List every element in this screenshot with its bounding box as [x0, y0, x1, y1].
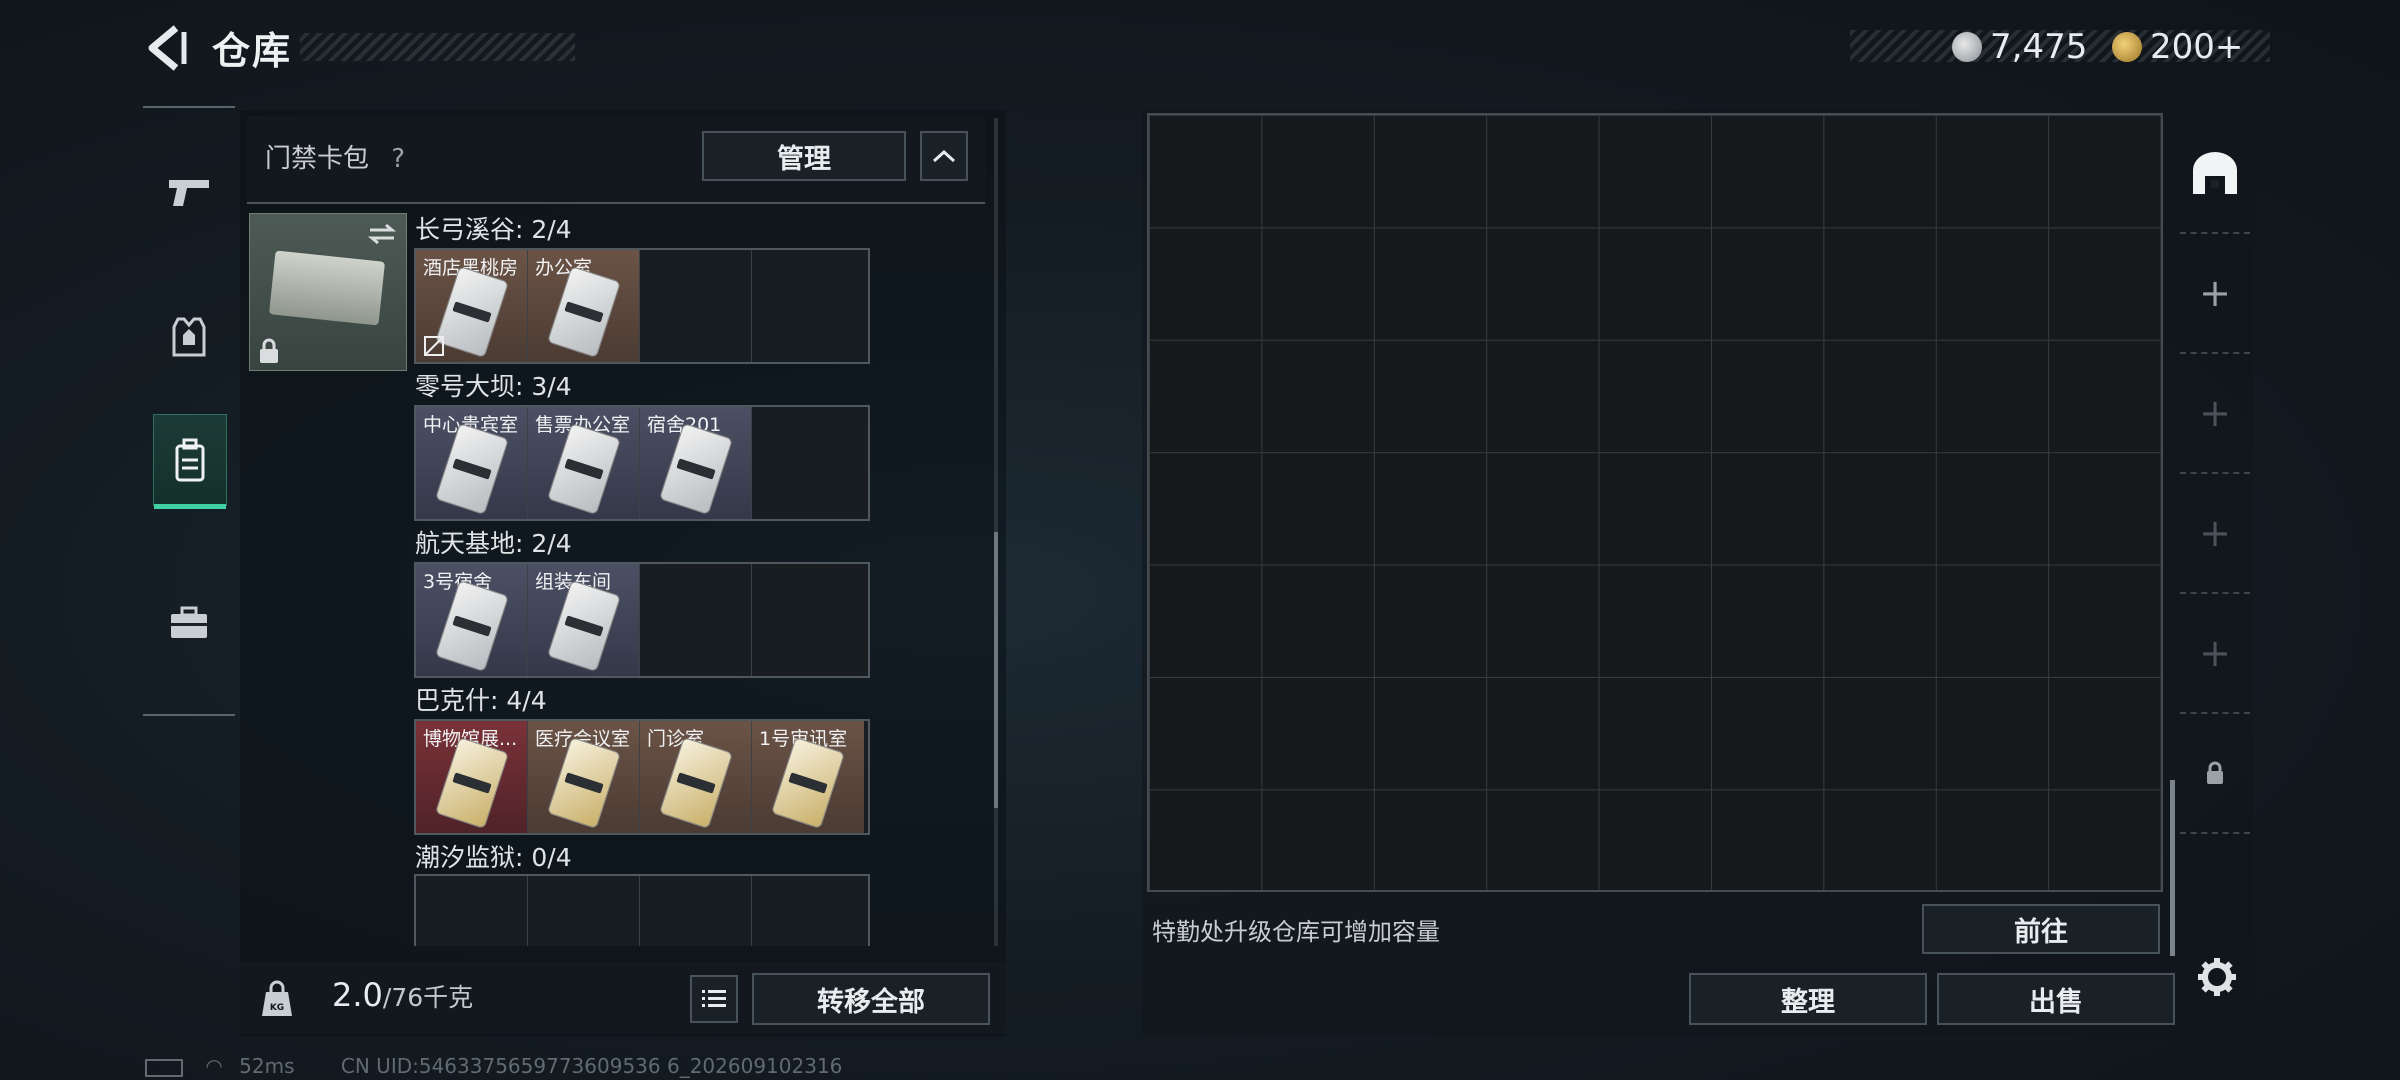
armor-tab[interactable] [153, 292, 225, 382]
battery-icon [145, 1058, 183, 1077]
back-arrow-icon[interactable] [140, 22, 190, 74]
empty-card-slot[interactable] [640, 876, 752, 946]
silver-currency[interactable]: 7,475 [1952, 24, 2087, 70]
empty-card-slot[interactable] [416, 876, 528, 946]
storage-page-rail: + + + + [2180, 114, 2250, 854]
card-pack-image [268, 250, 386, 326]
backpack-icon [175, 438, 205, 482]
goto-button[interactable]: 前往 [1922, 904, 2160, 954]
empty-card-slot[interactable] [528, 876, 640, 946]
section-title: 门禁卡包 ? [265, 138, 405, 175]
section-title-text: 门禁卡包 [265, 144, 370, 174]
armor-vest-icon [172, 317, 206, 357]
card-slot-row: 酒店黑桃房 办公室 [414, 248, 870, 364]
card-slot[interactable]: 门诊室 [640, 721, 752, 833]
collapse-button[interactable] [920, 131, 968, 181]
card-slot[interactable]: 酒店黑桃房 [416, 250, 528, 362]
storage-grid[interactable] [1147, 113, 2163, 892]
svg-text:KG: KG [270, 1003, 284, 1013]
case-tab[interactable] [153, 578, 225, 668]
card-slot[interactable]: 3号宿舍 [416, 564, 528, 676]
area-label: 潮汐监狱: 0/4 [415, 843, 572, 872]
pistol-icon [169, 180, 209, 206]
empty-card-slot[interactable] [640, 564, 752, 676]
area-label: 零号大坝: 3/4 [415, 372, 572, 401]
area-label: 长弓溪谷: 2/4 [415, 215, 572, 244]
silver-amount: 7,475 [1990, 27, 2088, 67]
category-rail [143, 106, 235, 716]
title-decoration [300, 33, 575, 61]
briefcase-icon [171, 606, 207, 638]
card-slot-row: 博物馆展... 医疗会议室 门诊室 1号审讯室 [414, 719, 870, 835]
page-title: 仓库 [212, 29, 293, 73]
card-slot[interactable]: 宿舍201 [640, 407, 752, 519]
right-scrollbar-thumb[interactable] [2170, 780, 2175, 956]
add-storage-page-button[interactable]: + [2180, 354, 2250, 474]
card-slot-row: 3号宿舍 组装车间 [414, 562, 870, 678]
locked-storage-page[interactable] [2180, 714, 2250, 834]
lock-icon [260, 338, 278, 363]
weight-readout: 2.0/76千克 [332, 976, 473, 1014]
sell-button[interactable]: 出售 [1937, 973, 2175, 1025]
upgrade-hint: 特勤处升级仓库可增加容量 [1152, 918, 1440, 946]
silver-coin-icon [1952, 32, 1982, 62]
gold-amount: 200+ [2150, 27, 2244, 67]
empty-card-slot[interactable] [752, 250, 864, 362]
storage-page-home[interactable] [2180, 114, 2250, 234]
transfer-all-button[interactable]: 转移全部 [752, 973, 990, 1025]
gold-currency[interactable]: 200+ [2112, 24, 2243, 70]
add-storage-page-button[interactable]: + [2180, 234, 2250, 354]
empty-card-slot[interactable] [752, 564, 864, 676]
card-slot[interactable]: 医疗会议室 [528, 721, 640, 833]
left-scrollbar-thumb[interactable] [994, 532, 998, 808]
card-slot[interactable]: 博物馆展... [416, 721, 528, 833]
wifi-icon: ◠ [205, 1054, 223, 1078]
warehouse-icon [2193, 152, 2237, 194]
area-label: 巴克什: 4/4 [415, 686, 547, 715]
uid-readout: CN UID:5463375659773609536 6_20260910231… [340, 1054, 843, 1078]
settings-gear-icon[interactable] [2196, 956, 2238, 998]
sort-button[interactable]: 整理 [1689, 973, 1927, 1025]
card-slot-row [414, 874, 870, 946]
add-storage-page-button[interactable]: + [2180, 474, 2250, 594]
ping-readout: 52ms [239, 1054, 295, 1078]
card-slot[interactable]: 售票办公室 [528, 407, 640, 519]
empty-card-slot[interactable] [752, 876, 864, 946]
card-pack-item[interactable] [249, 213, 407, 371]
add-storage-page-button[interactable]: + [2180, 594, 2250, 714]
status-bar: ◠ 52ms CN UID:5463375659773609536 6_2026… [145, 1054, 842, 1078]
backpack-tab[interactable] [153, 414, 227, 509]
lock-icon [2207, 761, 2223, 784]
card-slot[interactable]: 组装车间 [528, 564, 640, 676]
gold-coin-icon [2112, 32, 2142, 62]
empty-card-slot[interactable] [640, 250, 752, 362]
weapons-tab[interactable] [153, 146, 225, 236]
card-slot[interactable]: 办公室 [528, 250, 640, 362]
weight-icon: KG [262, 980, 292, 1016]
card-slot[interactable]: 1号审讯室 [752, 721, 864, 833]
weight-current: 2.0 [332, 976, 383, 1014]
list-icon [702, 990, 726, 1007]
list-view-button[interactable] [690, 975, 738, 1023]
empty-card-slot[interactable] [752, 407, 864, 519]
weight-max: /76千克 [382, 983, 474, 1012]
area-label: 航天基地: 2/4 [415, 529, 572, 558]
no-carry-icon [424, 336, 444, 356]
card-slot[interactable]: 中心贵宾室 [416, 407, 528, 519]
help-icon[interactable]: ? [391, 144, 405, 174]
manage-button[interactable]: 管理 [702, 131, 906, 181]
swap-icon[interactable] [366, 222, 398, 246]
chevron-up-icon [932, 149, 956, 163]
card-slot-row: 中心贵宾室 售票办公室 宿舍201 [414, 405, 870, 521]
